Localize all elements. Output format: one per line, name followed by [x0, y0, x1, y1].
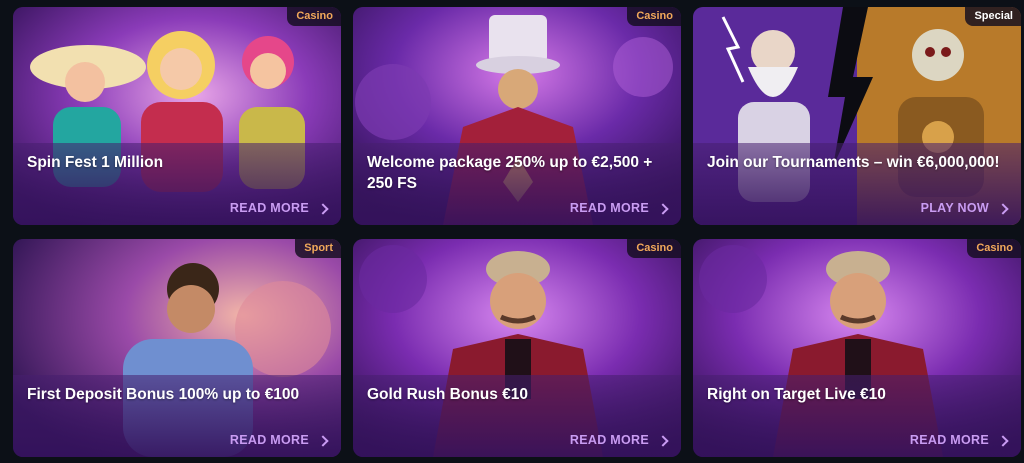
read-more-link[interactable]: READ MORE	[569, 433, 669, 447]
promo-title: Spin Fest 1 Million	[27, 154, 164, 171]
promo-title: Welcome package 250% up to €2,500 + 250 …	[367, 154, 653, 192]
promo-card-gold-rush[interactable]: Casino Gold Rush Bonus €10 READ MORE	[353, 239, 681, 457]
chevron-right-icon	[317, 434, 329, 447]
chevron-right-icon	[317, 202, 329, 215]
play-now-link[interactable]: PLAY NOW	[920, 201, 1009, 215]
category-badge: Casino	[627, 7, 681, 26]
category-badge: Casino	[967, 239, 1021, 258]
promo-title: Join our Tournaments – win €6,000,000!	[707, 154, 1000, 171]
promo-card-welcome-package[interactable]: Casino Welcome package 250% up to €2,500…	[353, 7, 681, 225]
read-more-link[interactable]: READ MORE	[229, 201, 329, 215]
cta-label: READ MORE	[569, 201, 649, 215]
promo-title: Right on Target Live €10	[707, 386, 886, 403]
cta-label: PLAY NOW	[920, 201, 989, 215]
read-more-link[interactable]: READ MORE	[229, 433, 329, 447]
promo-card-spin-fest[interactable]: Casino Spin Fest 1 Million READ MORE	[13, 7, 341, 225]
cta-label: READ MORE	[909, 433, 989, 447]
chevron-right-icon	[997, 434, 1009, 447]
promo-card-tournaments[interactable]: Special Join our Tournaments – win €6,00…	[693, 7, 1021, 225]
promotions-grid: Casino Spin Fest 1 Million READ MORE Cas…	[0, 0, 1024, 463]
read-more-link[interactable]: READ MORE	[569, 201, 669, 215]
category-badge: Casino	[627, 239, 681, 258]
promo-card-first-deposit[interactable]: Sport First Deposit Bonus 100% up to €10…	[13, 239, 341, 457]
chevron-right-icon	[657, 202, 669, 215]
promo-card-right-on-target[interactable]: Casino Right on Target Live €10 READ MOR…	[693, 239, 1021, 457]
promo-title: Gold Rush Bonus €10	[367, 386, 529, 403]
promo-title: First Deposit Bonus 100% up to €100	[27, 386, 300, 403]
category-badge: Sport	[295, 239, 341, 258]
cta-label: READ MORE	[229, 201, 309, 215]
cta-label: READ MORE	[569, 433, 649, 447]
chevron-right-icon	[657, 434, 669, 447]
read-more-link[interactable]: READ MORE	[909, 433, 1009, 447]
category-badge: Special	[965, 7, 1021, 26]
chevron-right-icon	[997, 202, 1009, 215]
cta-label: READ MORE	[229, 433, 309, 447]
category-badge: Casino	[287, 7, 341, 26]
